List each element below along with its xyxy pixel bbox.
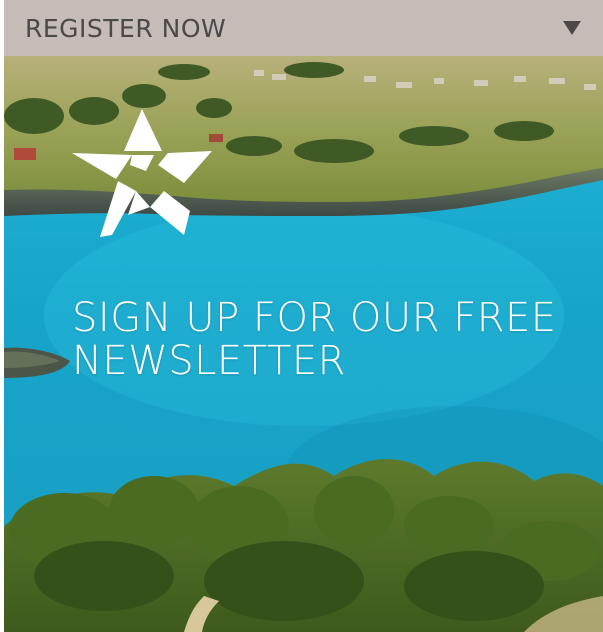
headline-line-1: SIGN UP FOR OUR FREE bbox=[72, 295, 557, 341]
caret-down-icon[interactable] bbox=[563, 21, 581, 35]
newsletter-widget: REGISTER NOW SIGN UP FOR OUR FREE NEWSLE… bbox=[4, 0, 603, 632]
newsletter-headline[interactable]: SIGN UP FOR OUR FREE NEWSLETTER bbox=[72, 297, 557, 383]
star-logo-icon bbox=[72, 109, 212, 237]
register-now-label: REGISTER NOW bbox=[25, 13, 227, 43]
register-now-dropdown[interactable]: REGISTER NOW bbox=[4, 0, 603, 56]
headline-line-2: NEWSLETTER bbox=[72, 338, 346, 384]
